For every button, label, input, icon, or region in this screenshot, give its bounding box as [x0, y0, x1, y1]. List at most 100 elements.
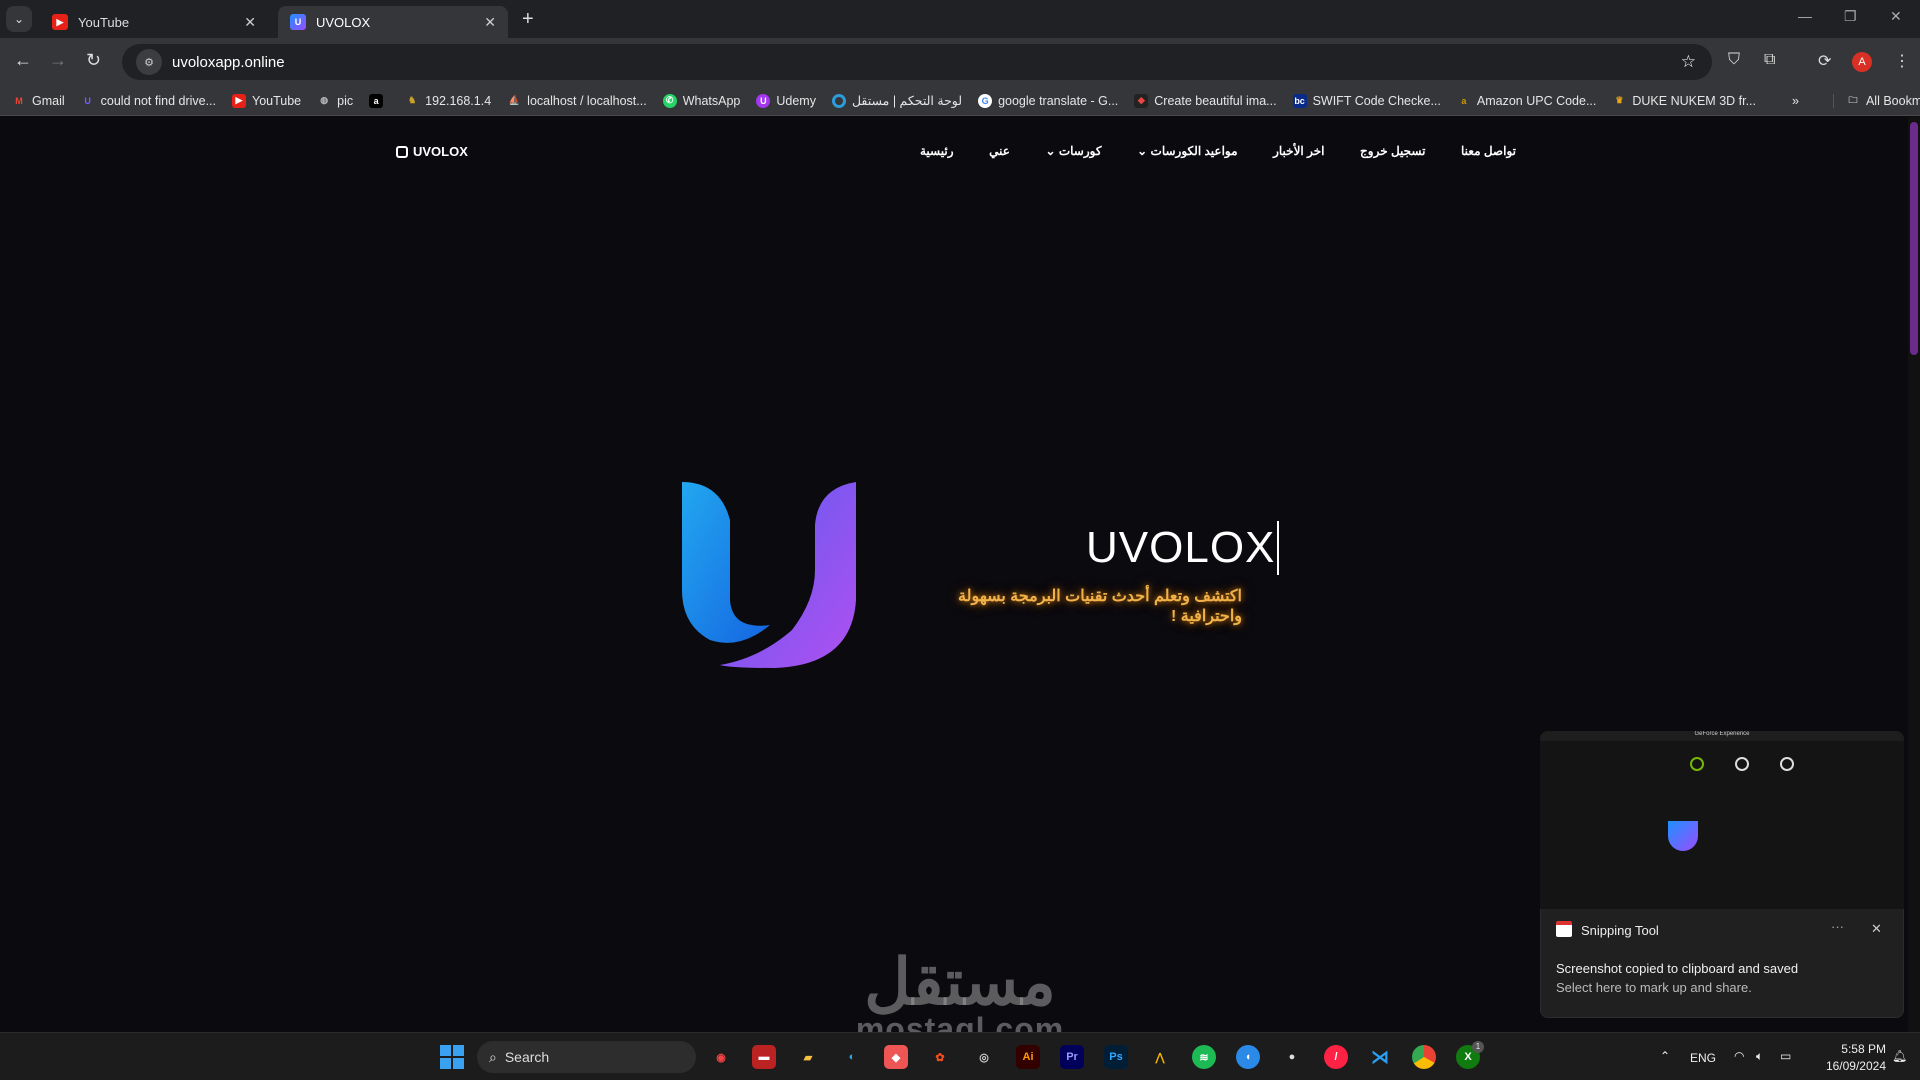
browser-toolbar: ← → ↻ ⚙ uvoloxapp.online ☆ ⛉ ⧉ ⟳ A ⋮ [0, 38, 1920, 86]
profile-avatar[interactable]: A [1852, 52, 1872, 72]
uvolox-favicon-icon: U [290, 14, 306, 30]
bookmark-youtube[interactable]: ▶ YouTube [232, 93, 301, 108]
back-button[interactable]: ← [14, 50, 32, 71]
hero-title: UVOLOX [1086, 521, 1280, 575]
clock-date[interactable]: 16/09/2024 [1816, 1059, 1886, 1073]
show-hidden-icons-button[interactable]: ⌃ [1660, 1049, 1670, 1063]
menu-icon[interactable]: ⋮ [1894, 51, 1910, 71]
bookmark-whatsapp[interactable]: ✆ WhatsApp [662, 93, 740, 108]
close-tab-icon[interactable]: ✕ [484, 14, 496, 31]
gmail-icon: M [15, 95, 23, 106]
anydesk-icon[interactable]: ◆ [884, 1045, 908, 1069]
screenshot-preview[interactable]: GeForce Experience [1540, 731, 1904, 909]
tab-search-button[interactable]: ⌄ [6, 6, 32, 32]
scrollbar-thumb[interactable] [1910, 122, 1918, 355]
bookmark-localhost[interactable]: ⛵ localhost / localhost... [507, 94, 647, 108]
nav-schedule[interactable]: مواعيد الكورسات ⌄ [1137, 144, 1237, 158]
sync-icon[interactable]: ⟳ [1818, 51, 1831, 71]
notification-more-icon[interactable]: ··· [1831, 919, 1844, 934]
bookmark-pic[interactable]: ◍ pic [317, 94, 353, 108]
bookmark-drive[interactable]: Ucould not find drive... [81, 94, 216, 108]
uvolox-icon: U [84, 95, 91, 106]
youtube-icon: ▶ [232, 93, 247, 108]
google-icon: G [978, 93, 993, 108]
amazon-icon: a [369, 93, 384, 108]
file-explorer-icon[interactable]: ▰ [796, 1045, 820, 1069]
obs-icon[interactable]: ◎ [972, 1045, 996, 1069]
bookmark-gmail[interactable]: M Gmail [12, 94, 64, 108]
bookmark-label: لوحة التحكم | مستقل [851, 94, 963, 108]
forward-button[interactable]: → [49, 50, 67, 71]
bookmark-mostaql[interactable]: لوحة التحكم | مستقل [831, 93, 963, 108]
bookmark-star-icon[interactable]: ☆ [1681, 52, 1696, 72]
start-button[interactable] [440, 1045, 464, 1069]
xbox-badge: 1 [1472, 1041, 1484, 1053]
notification-bell-icon[interactable]: 🔔︎ [1892, 1049, 1907, 1063]
bookmark-create-images[interactable]: ◆ Create beautiful ima... [1134, 93, 1277, 108]
nav-courses[interactable]: كورسات ⌄ [1045, 144, 1101, 158]
bookmark-udemy[interactable]: U Udemy [756, 93, 816, 108]
illustrator-icon[interactable]: Ai [1016, 1045, 1040, 1069]
nav-home[interactable]: رئيسية [920, 144, 954, 158]
bookmark-swift[interactable]: bc SWIFT Code Checke... [1292, 93, 1441, 108]
phpmyadmin-icon: ⛵ [508, 95, 520, 105]
tab-strip: ⌄ ▶ YouTube ✕ U UVOLOX ✕ + — ❐ ✕ [0, 0, 1920, 38]
shield-extension-icon[interactable]: ⛉ [1728, 51, 1740, 69]
snipping-tool-notification[interactable]: Snipping Tool ··· ✕ Screenshot copied to… [1540, 909, 1904, 1018]
bookmark-google-translate[interactable]: Ggoogle translate - G... [978, 93, 1118, 108]
nav-contact[interactable]: تواصل معنا [1461, 144, 1516, 158]
tab-youtube[interactable]: ▶ YouTube ✕ [40, 6, 268, 38]
chrome-icon[interactable] [1412, 1045, 1436, 1069]
swift-code-icon: bc [1292, 93, 1307, 108]
extensions-icon[interactable]: ⧉ [1764, 51, 1775, 69]
tab-uvolox[interactable]: U UVOLOX ✕ [278, 6, 508, 38]
language-indicator[interactable]: ENG [1690, 1051, 1716, 1065]
site-logo[interactable]: UVOLOX [396, 144, 468, 159]
nav-about[interactable]: عني [989, 144, 1010, 158]
all-bookmarks-button[interactable]: 🗀 All Bookmarks [1832, 93, 1920, 108]
preview-title: GeForce Experience [1540, 731, 1904, 741]
bookmark-amazon-upc[interactable]: a Amazon UPC Code... [1457, 93, 1597, 108]
nav-news[interactable]: اخر الأخبار [1273, 144, 1324, 158]
address-bar[interactable]: ⚙ uvoloxapp.online ☆ [122, 44, 1712, 80]
nav-logout[interactable]: تسجيل خروج [1360, 144, 1425, 158]
wifi-icon[interactable]: ◠ [1734, 1049, 1744, 1063]
search-label: Search [504, 1049, 550, 1065]
bookmark-amazon[interactable]: a [369, 93, 389, 108]
notification-close-icon[interactable]: ✕ [1871, 921, 1882, 937]
bookmark-label: DUKE NUKEM 3D fr... [1632, 93, 1757, 108]
bookmark-label: Amazon UPC Code... [1476, 93, 1597, 108]
vscode-icon[interactable]: ⋊ [1368, 1045, 1392, 1069]
preview-gauge-icon [1690, 757, 1704, 771]
reload-button[interactable]: ↻ [86, 50, 101, 71]
photoshop-icon[interactable]: Ps [1104, 1045, 1128, 1069]
figma-icon[interactable]: ✿ [928, 1045, 952, 1069]
restore-button[interactable]: ❐ [1844, 8, 1857, 25]
close-tab-icon[interactable]: ✕ [244, 14, 256, 31]
spotify-icon[interactable]: ≋ [1192, 1045, 1216, 1069]
bookmark-label: SWIFT Code Checke... [1312, 93, 1441, 108]
app-icon[interactable]: ◖ [1236, 1045, 1260, 1069]
site-nav: تواصل معنا تسجيل خروج اخر الأخبار مواعيد… [920, 144, 1516, 158]
app-icon[interactable]: / [1324, 1045, 1348, 1069]
app-icon[interactable]: ▬ [752, 1045, 776, 1069]
taskbar-search[interactable]: ⌕ Search [477, 1041, 696, 1073]
bookmarks-bar: M Gmail Ucould not find drive... ▶ YouTube… [0, 86, 1920, 116]
more-bookmarks-button[interactable]: » [1792, 94, 1799, 108]
bookmark-duke-nukem[interactable]: ♛ DUKE NUKEM 3D fr... [1612, 94, 1756, 108]
volume-icon[interactable]: 🔈︎ [1756, 1049, 1763, 1064]
site-info-icon[interactable]: ⚙ [136, 49, 162, 75]
new-tab-button[interactable]: + [522, 8, 534, 31]
bookmark-router[interactable]: ♞ 192.168.1.4 [405, 94, 491, 108]
app-icon[interactable]: ⋀ [1148, 1045, 1172, 1069]
battery-icon[interactable]: ▭ [1780, 1049, 1791, 1063]
github-icon[interactable]: ● [1280, 1045, 1304, 1069]
firefox-dev-icon[interactable]: ◉ [709, 1045, 733, 1069]
premiere-icon[interactable]: Pr [1060, 1045, 1084, 1069]
close-window-button[interactable]: ✕ [1890, 8, 1902, 25]
udemy-icon: U [756, 93, 771, 108]
edge-icon[interactable]: ◐ [840, 1045, 864, 1069]
minimize-button[interactable]: — [1798, 8, 1812, 24]
mostaql-watermark: مستقل mostaql.com [820, 950, 1100, 1045]
clock-time[interactable]: 5:58 PM [1832, 1042, 1886, 1056]
